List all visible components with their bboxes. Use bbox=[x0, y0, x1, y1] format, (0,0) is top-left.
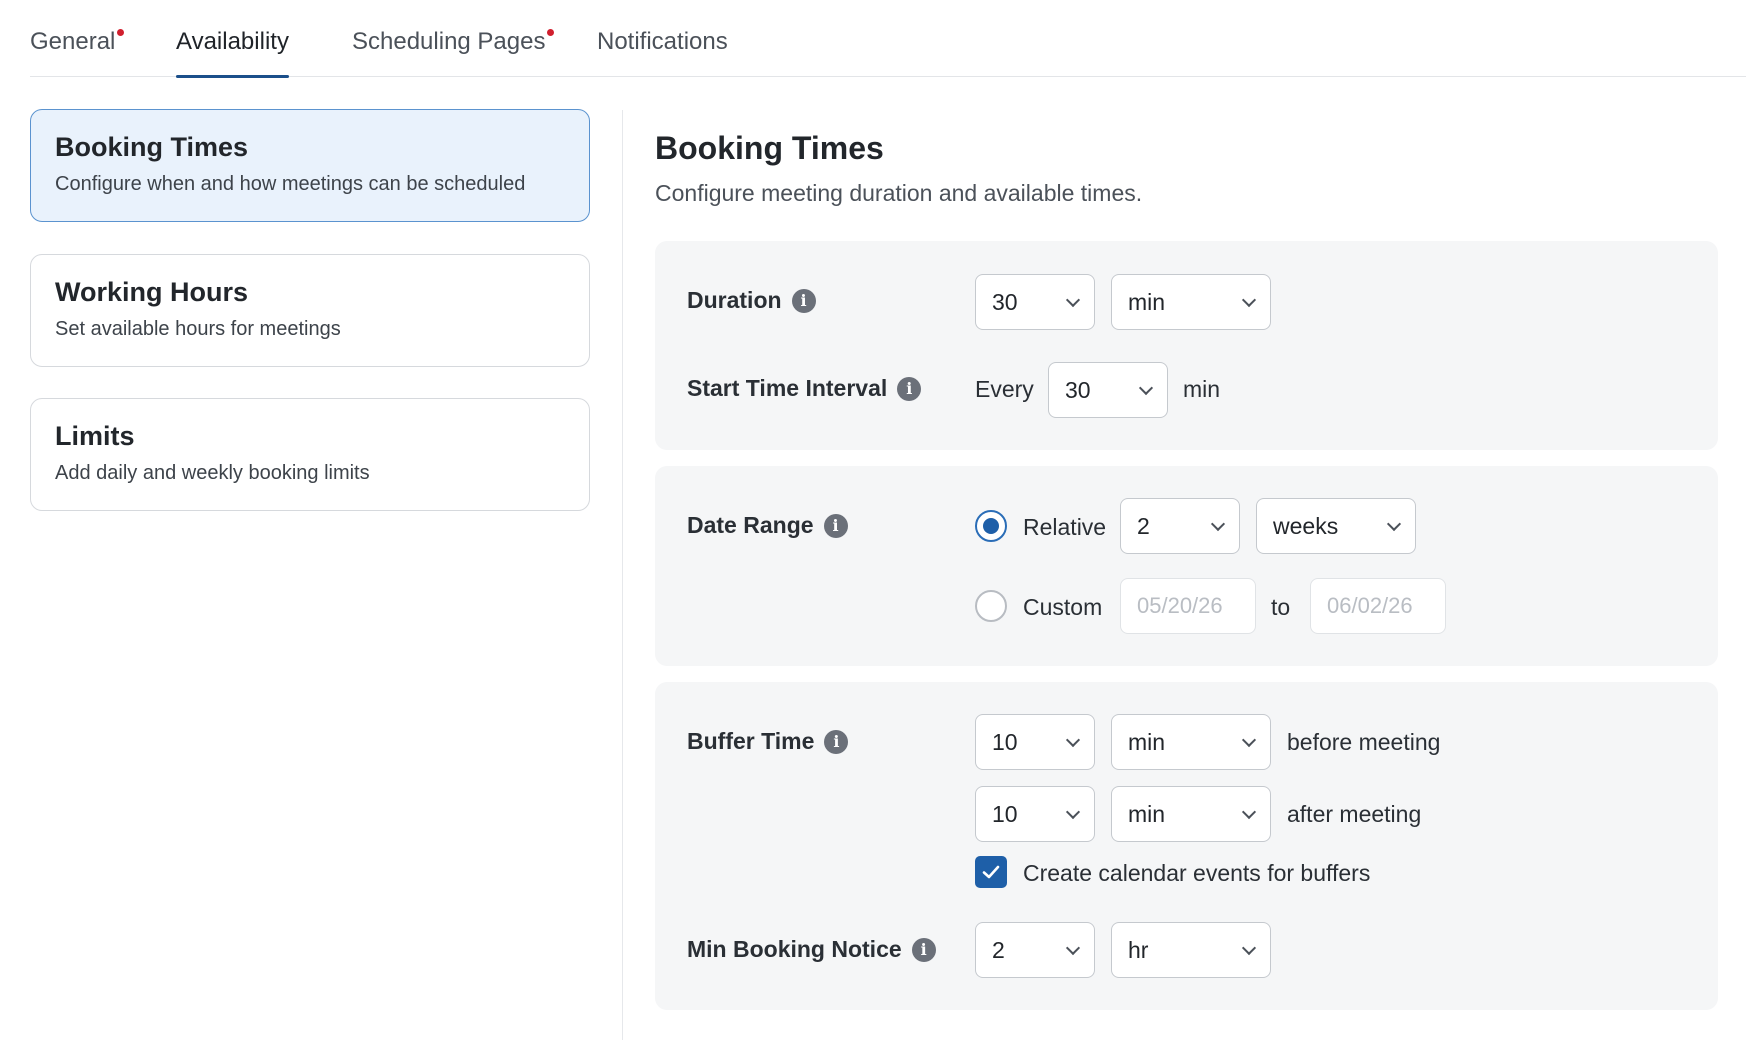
info-icon[interactable]: i bbox=[823, 513, 848, 538]
buffer-panel: Buffer Time i 10 min before meeting 10 m… bbox=[655, 682, 1718, 1010]
interval-value-select[interactable]: 30 bbox=[1048, 362, 1168, 418]
nav-card-description: Configure when and how meetings can be s… bbox=[55, 173, 526, 195]
custom-radio[interactable] bbox=[975, 590, 1007, 622]
duration-value: 30 bbox=[992, 288, 1018, 315]
info-icon[interactable]: i bbox=[824, 729, 849, 754]
chevron-down-icon bbox=[1241, 292, 1257, 308]
page-title: Booking Times bbox=[655, 130, 884, 166]
relative-value: 2 bbox=[1137, 512, 1150, 539]
to-label: to bbox=[1271, 594, 1291, 620]
nav-card-booking-times[interactable]: Booking Times Configure when and how mee… bbox=[30, 109, 590, 222]
notice-unit: hr bbox=[1128, 936, 1149, 963]
nav-card-limits[interactable]: Limits Add daily and weekly booking limi… bbox=[30, 398, 590, 511]
tab-notifications-label: Notifications bbox=[597, 28, 728, 55]
buffer-before-unit: min bbox=[1128, 728, 1166, 755]
notice-label: Min Booking Notice i bbox=[687, 936, 936, 963]
duration-value-select[interactable]: 30 bbox=[975, 274, 1095, 330]
chevron-down-icon bbox=[1210, 516, 1226, 532]
duration-label: Duration i bbox=[687, 287, 816, 314]
alert-dot-icon bbox=[547, 29, 555, 36]
buffer-before-unit-select[interactable]: min bbox=[1111, 714, 1271, 770]
chevron-down-icon bbox=[1138, 380, 1154, 396]
interval-suffix: min bbox=[1183, 376, 1221, 402]
notice-value-select[interactable]: 2 bbox=[975, 922, 1095, 978]
chevron-down-icon bbox=[1065, 732, 1081, 748]
tab-availability-label: Availability bbox=[176, 28, 289, 55]
tab-scheduling-pages-label: Scheduling Pages bbox=[352, 28, 546, 55]
column-divider bbox=[622, 110, 623, 1040]
relative-value-select[interactable]: 2 bbox=[1120, 498, 1240, 554]
checkmark-icon bbox=[982, 865, 1000, 879]
buffer-before-value: 10 bbox=[992, 728, 1018, 755]
custom-label: Custom bbox=[1023, 594, 1103, 620]
nav-card-title: Limits bbox=[55, 421, 135, 451]
alert-dot-icon bbox=[117, 29, 125, 36]
relative-unit-select[interactable]: weeks bbox=[1256, 498, 1416, 554]
relative-radio[interactable] bbox=[975, 510, 1007, 542]
settings-tabs: General Availability Scheduling Pages No… bbox=[30, 0, 1746, 78]
nav-card-title: Booking Times bbox=[55, 132, 249, 162]
custom-start-date-input[interactable] bbox=[1120, 578, 1256, 634]
chevron-down-icon bbox=[1386, 516, 1402, 532]
nav-card-description: Set available hours for meetings bbox=[55, 318, 341, 340]
nav-card-description: Add daily and weekly booking limits bbox=[55, 462, 370, 484]
duration-label-text: Duration bbox=[687, 287, 782, 313]
interval-value: 30 bbox=[1065, 376, 1091, 403]
buffer-before-value-select[interactable]: 10 bbox=[975, 714, 1095, 770]
buffer-after-unit: min bbox=[1128, 800, 1166, 827]
before-meeting-label: before meeting bbox=[1287, 729, 1441, 755]
tab-notifications[interactable]: Notifications bbox=[597, 28, 728, 77]
notice-unit-select[interactable]: hr bbox=[1111, 922, 1271, 978]
date-range-panel: Date Range i Relative 2 weeks Custom to bbox=[655, 466, 1718, 666]
chevron-down-icon bbox=[1065, 804, 1081, 820]
chevron-down-icon bbox=[1241, 940, 1257, 956]
buffer-label: Buffer Time i bbox=[687, 728, 849, 755]
date-range-label-text: Date Range bbox=[687, 512, 814, 538]
nav-card-working-hours[interactable]: Working Hours Set available hours for me… bbox=[30, 254, 590, 367]
interval-prefix: Every bbox=[975, 376, 1034, 402]
chevron-down-icon bbox=[1065, 940, 1081, 956]
buffer-events-label: Create calendar events for buffers bbox=[1023, 860, 1371, 886]
notice-label-text: Min Booking Notice bbox=[687, 936, 902, 962]
info-icon[interactable]: i bbox=[911, 937, 936, 962]
notice-value: 2 bbox=[992, 936, 1005, 963]
buffer-after-value: 10 bbox=[992, 800, 1018, 827]
tab-general[interactable]: General bbox=[30, 28, 125, 77]
duration-unit-select[interactable]: min bbox=[1111, 274, 1271, 330]
duration-panel: Duration i 30 min Start Time Interval i … bbox=[655, 241, 1718, 450]
interval-label-text: Start Time Interval bbox=[687, 375, 888, 401]
tab-scheduling-pages[interactable]: Scheduling Pages bbox=[352, 28, 555, 77]
nav-card-title: Working Hours bbox=[55, 277, 249, 307]
date-range-label: Date Range i bbox=[687, 512, 848, 539]
buffer-after-unit-select[interactable]: min bbox=[1111, 786, 1271, 842]
info-icon[interactable]: i bbox=[897, 376, 922, 401]
tab-general-label: General bbox=[30, 28, 116, 55]
relative-unit: weeks bbox=[1273, 512, 1339, 539]
duration-unit: min bbox=[1128, 288, 1166, 315]
buffer-after-value-select[interactable]: 10 bbox=[975, 786, 1095, 842]
chevron-down-icon bbox=[1241, 804, 1257, 820]
chevron-down-icon bbox=[1065, 292, 1081, 308]
buffer-events-checkbox[interactable] bbox=[975, 856, 1007, 888]
after-meeting-label: after meeting bbox=[1287, 801, 1422, 827]
relative-label: Relative bbox=[1023, 514, 1107, 540]
interval-label: Start Time Interval i bbox=[687, 375, 922, 402]
custom-end-date-input[interactable] bbox=[1310, 578, 1446, 634]
chevron-down-icon bbox=[1241, 732, 1257, 748]
buffer-label-text: Buffer Time bbox=[687, 728, 815, 754]
info-icon[interactable]: i bbox=[791, 288, 816, 313]
page-subtitle: Configure meeting duration and available… bbox=[655, 180, 1143, 206]
tab-availability[interactable]: Availability bbox=[176, 28, 289, 78]
